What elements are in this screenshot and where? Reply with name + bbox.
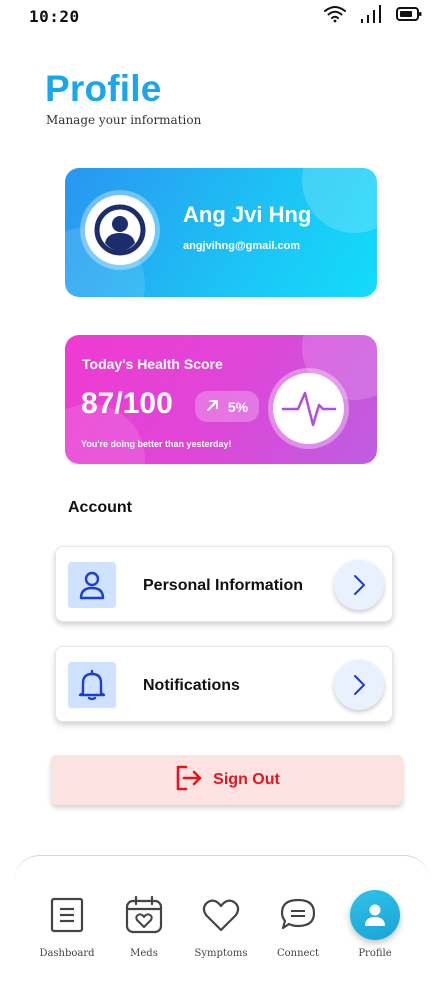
arrow-up-right-icon bbox=[206, 399, 219, 415]
sign-out-icon bbox=[174, 764, 202, 797]
nav-item-meds[interactable]: Meds bbox=[104, 856, 184, 976]
nav-item-profile[interactable]: Profile bbox=[335, 856, 415, 976]
heartbeat-badge bbox=[268, 368, 349, 449]
profile-name: Ang Jvi Hng bbox=[183, 202, 312, 227]
notifications-item[interactable]: Notifications bbox=[55, 646, 393, 722]
status-icons bbox=[324, 4, 422, 24]
nav-item-dashboard[interactable]: Dashboard bbox=[27, 856, 107, 976]
signal-icon bbox=[360, 4, 382, 24]
health-score-value: 87/100 bbox=[81, 387, 173, 420]
status-bar: 10:20 bbox=[0, 0, 444, 34]
profile-icon bbox=[350, 890, 400, 940]
status-time: 10:20 bbox=[29, 7, 80, 26]
chevron-right-icon[interactable] bbox=[334, 560, 384, 610]
health-score-label: Today's Health Score bbox=[82, 356, 223, 372]
decorative-bubble bbox=[302, 168, 377, 233]
nav-label-dashboard: Dashboard bbox=[39, 948, 95, 959]
bottom-nav: Dashboard Meds Symptoms Connect Profile bbox=[14, 855, 430, 997]
chevron-right-icon[interactable] bbox=[334, 660, 384, 710]
nav-label-connect: Connect bbox=[276, 948, 320, 959]
heartbeat-icon bbox=[273, 373, 344, 444]
health-note: You're doing better than yesterday! bbox=[81, 439, 232, 449]
user-icon bbox=[68, 562, 116, 608]
sign-out-label: Sign Out bbox=[213, 771, 280, 788]
nav-label-meds: Meds bbox=[130, 948, 158, 959]
page-title: Profile bbox=[45, 68, 162, 109]
wifi-icon bbox=[324, 5, 346, 23]
profile-card[interactable]: Ang Jvi Hng angjvihng@gmail.com bbox=[65, 168, 377, 297]
bell-icon bbox=[68, 662, 116, 708]
personal-information-label: Personal Information bbox=[143, 577, 304, 594]
notifications-label: Notifications bbox=[143, 677, 240, 694]
avatar[interactable] bbox=[80, 190, 160, 270]
profile-email: angjvihng@gmail.com bbox=[183, 240, 301, 252]
calendar-heart-icon bbox=[124, 895, 164, 935]
nav-label-profile: Profile bbox=[358, 948, 392, 959]
battery-icon bbox=[396, 6, 422, 22]
health-score-card[interactable]: Today's Health Score 87/100 5% You're do… bbox=[65, 335, 377, 464]
nav-item-symptoms[interactable]: Symptoms bbox=[181, 856, 261, 976]
chat-icon bbox=[278, 895, 318, 935]
trend-value: 5% bbox=[227, 398, 249, 415]
nav-label-symptoms: Symptoms bbox=[194, 948, 248, 959]
user-avatar-icon bbox=[85, 195, 155, 265]
account-section-title: Account bbox=[68, 499, 132, 516]
trend-badge: 5% bbox=[195, 391, 259, 422]
nav-item-connect[interactable]: Connect bbox=[258, 856, 338, 976]
sign-out-button[interactable]: Sign Out bbox=[51, 755, 403, 805]
personal-information-item[interactable]: Personal Information bbox=[55, 546, 393, 622]
heart-icon bbox=[201, 895, 241, 935]
page-subtitle: Manage your information bbox=[46, 113, 202, 127]
dashboard-icon bbox=[47, 895, 87, 935]
